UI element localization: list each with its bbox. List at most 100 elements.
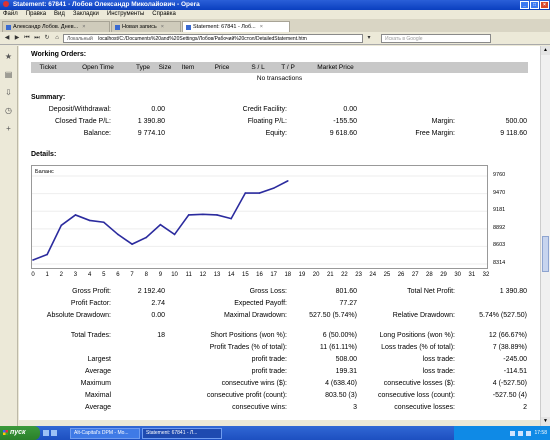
x-tick-label: 27	[411, 272, 419, 278]
tab-diary[interactable]: Александр Лобов. Днев... ×	[2, 21, 110, 32]
vertical-scrollbar[interactable]: ▲ ▼	[540, 46, 550, 426]
x-tick-label: 17	[270, 272, 277, 278]
x-tick-label: 3	[73, 272, 78, 278]
history-icon[interactable]: ◷	[4, 106, 13, 115]
desktop-icon[interactable]	[43, 430, 49, 436]
menu-view[interactable]: Вид	[54, 10, 65, 19]
taskbar: пуск Alt-Capital's DPM - Mo... Statement…	[0, 426, 550, 440]
data-point	[230, 217, 232, 220]
working-orders-heading: Working Orders:	[31, 51, 87, 58]
forward-icon[interactable]: ▶	[13, 34, 21, 42]
window-title: Statement: 67841 - Лобов Олександр Микол…	[12, 1, 200, 8]
short-positions-value: 6 (50.00%)	[322, 332, 357, 339]
minimize-button[interactable]: _	[520, 1, 529, 9]
credit-facility-value: 0.00	[343, 106, 357, 113]
x-tick-label: 15	[242, 272, 249, 278]
rewind-icon[interactable]: ⏮	[23, 34, 31, 42]
task-statement[interactable]: Statement: 67841 - Л...	[142, 427, 222, 439]
free-margin-label: Free Margin:	[415, 130, 455, 137]
gross-profit-value: 2 192.40	[137, 288, 165, 295]
fast-forward-icon[interactable]: ⏭	[33, 34, 41, 42]
menu-help[interactable]: Справка	[152, 10, 176, 19]
transfers-icon[interactable]: ⇩	[4, 88, 13, 97]
menu-bookmarks[interactable]: Закладки	[73, 10, 99, 19]
tab-new-entry[interactable]: Новая запись ×	[111, 21, 181, 32]
x-tick-label: 23	[355, 272, 362, 278]
close-tab-icon[interactable]: ×	[82, 23, 85, 32]
data-point	[32, 259, 34, 261]
search-field[interactable]: Искать в Google	[381, 33, 491, 43]
average-profit-value: 199.31	[335, 368, 357, 375]
bookmarks-icon[interactable]: ★	[4, 52, 13, 61]
dropdown-icon[interactable]: ▾	[365, 34, 373, 42]
col-price: Price	[201, 62, 243, 73]
opera-icon	[3, 1, 9, 8]
url-field[interactable]: Локальный localhost/C:/Documents%20and%2…	[63, 33, 363, 43]
maximize-button[interactable]: □	[530, 1, 539, 9]
start-button[interactable]: пуск	[0, 426, 40, 440]
scroll-thumb[interactable]	[542, 236, 549, 272]
x-tick-label: 7	[130, 272, 134, 278]
page-icon	[115, 24, 120, 30]
deposit-withdrawal-value: 0.00	[151, 106, 165, 113]
clock: 17:58	[534, 430, 547, 436]
x-tick-label: 1	[45, 272, 49, 278]
scroll-down-icon[interactable]: ▼	[541, 417, 550, 426]
menu-file[interactable]: Файл	[3, 10, 18, 19]
equity-label: Equity:	[265, 130, 287, 137]
menu-edit[interactable]: Правка	[26, 10, 46, 19]
data-point	[173, 233, 176, 236]
x-tick-label: 20	[312, 272, 320, 278]
profit-trades-label: Profit Trades (% of total):	[209, 344, 287, 351]
tab-label: Statement: 67841 - Лоб...	[193, 23, 256, 30]
no-transactions-text: No transactions	[256, 75, 303, 82]
x-tick-label: 16	[256, 272, 263, 278]
chart-frame: Баланс	[31, 165, 488, 269]
col-tp: T / P	[273, 62, 303, 73]
col-sl: S / L	[243, 62, 273, 73]
close-tab-icon[interactable]: ×	[161, 23, 164, 32]
closed-trade-pl-value: 1 390.80	[137, 118, 165, 125]
data-point	[117, 233, 119, 236]
close-button[interactable]: ×	[540, 1, 549, 9]
summary-heading: Summary:	[31, 94, 66, 101]
add-panel-icon[interactable]: +	[4, 124, 13, 133]
chart-series-label: Баланс	[35, 169, 54, 175]
x-tick-label: 5	[102, 272, 106, 278]
data-point	[131, 243, 133, 245]
floating-pl-value: -155.50	[333, 118, 357, 125]
balance-chart: Баланс 0 1 2 3 4 5 6 7 8 9 10 11 12 13 14 15 16 17 18 19 20 2…	[31, 165, 528, 281]
search-placeholder: Искать в Google	[385, 35, 423, 42]
browser-icon[interactable]	[51, 430, 57, 436]
table-header-row: Ticket Open Time Type Size Item Price S …	[31, 62, 528, 73]
volume-icon[interactable]	[518, 430, 524, 436]
close-tab-icon[interactable]: ×	[260, 23, 263, 32]
notes-icon[interactable]: ▤	[4, 70, 13, 79]
profit-factor-value: 2.74	[151, 300, 165, 307]
data-point	[60, 224, 63, 227]
total-net-profit-value: 1 390.80	[499, 288, 527, 295]
x-tick-label: 29	[440, 272, 447, 278]
maximum-label: Maximum	[80, 380, 111, 387]
language-icon[interactable]	[526, 430, 532, 436]
maximal-loss-label: consecutive loss (count):	[377, 392, 455, 399]
details-heading: Details:	[31, 151, 57, 158]
home-icon[interactable]: ⌂	[53, 34, 61, 42]
scroll-up-icon[interactable]: ▲	[541, 46, 550, 55]
task-dpm[interactable]: Alt-Capital's DPM - Mo...	[70, 427, 140, 439]
security-badge: Локальный	[67, 35, 93, 42]
tab-label: Александр Лобов. Днев...	[13, 23, 79, 30]
x-tick-label: 21	[326, 272, 334, 278]
tab-statement[interactable]: Statement: 67841 - Лоб... ×	[182, 21, 290, 32]
data-point	[187, 214, 190, 216]
deposit-withdrawal-label: Deposit/Withdrawal:	[48, 106, 111, 113]
reload-icon[interactable]: ↻	[43, 34, 51, 42]
back-icon[interactable]: ◀	[3, 34, 11, 42]
data-point	[74, 214, 77, 216]
data-point	[102, 221, 105, 224]
network-icon[interactable]	[510, 430, 516, 436]
menu-tools[interactable]: Инструменты	[107, 10, 144, 19]
short-positions-label: Short Positions (won %):	[210, 332, 287, 339]
data-point	[159, 223, 162, 226]
address-bar: ◀ ▶ ⏮ ⏭ ↻ ⌂ Локальный localhost/C:/Docum…	[0, 32, 550, 45]
